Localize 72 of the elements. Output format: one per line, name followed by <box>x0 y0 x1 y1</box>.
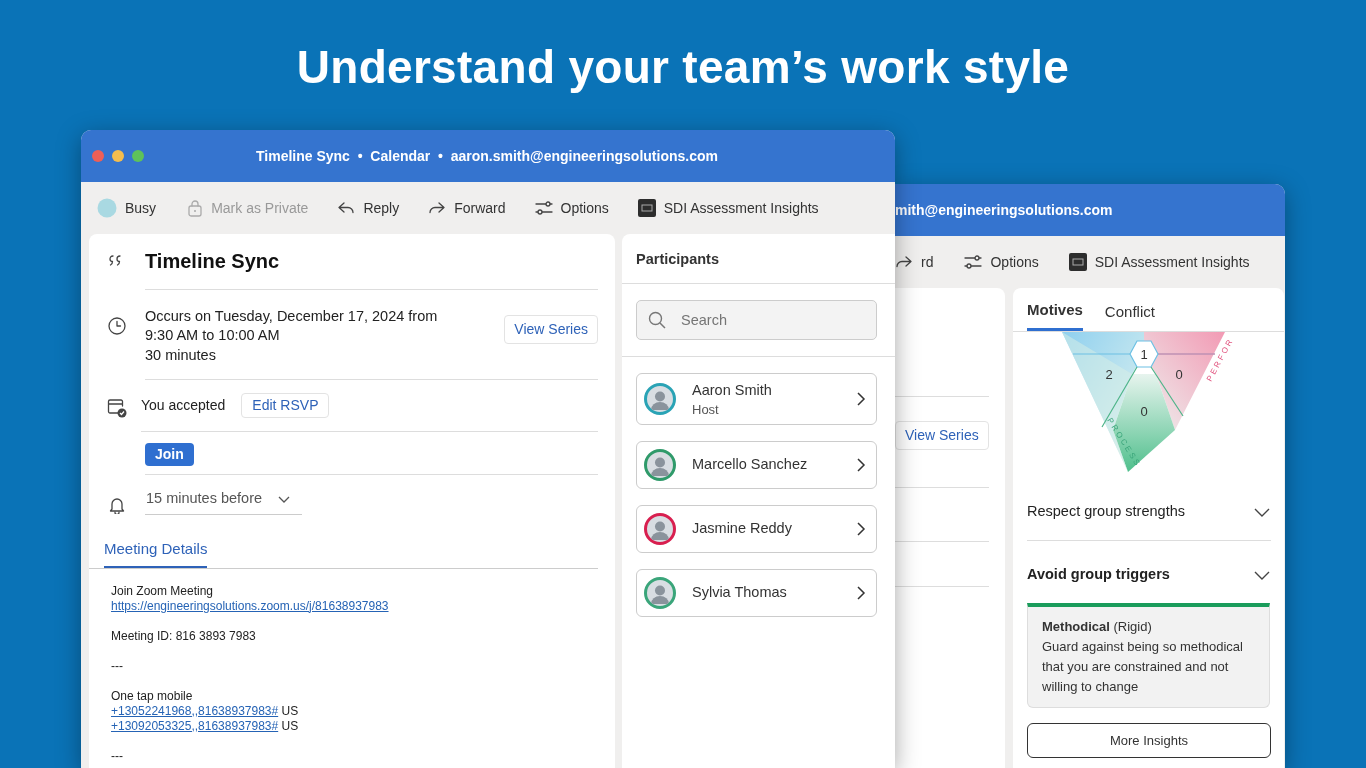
toolbar-button[interactable]: Reply <box>337 197 400 219</box>
score-label: 0 <box>1175 366 1183 382</box>
accordion-header[interactable]: Avoid group triggers <box>1027 540 1271 609</box>
participant-item[interactable]: Aaron Smith Host <box>636 372 877 425</box>
window-title: mith@engineeringsolutions.com <box>895 200 1113 220</box>
detail-text: --- <box>111 658 123 673</box>
chevron-right-icon <box>856 584 866 601</box>
reminder-dropdown[interactable]: 15 minutes before <box>145 488 302 515</box>
detail-text: US <box>281 718 299 733</box>
participant-name: Marcello Sanchez <box>692 454 809 474</box>
headline: Understand your team’s work style <box>295 40 1071 95</box>
window-title: Timeline Sync • Calendar • aaron.smith@engineeringsolutions.com <box>256 146 718 166</box>
toolbar-button[interactable]: Forward <box>428 197 506 219</box>
more-insights-button[interactable]: More Insights <box>1027 722 1271 758</box>
reply-icon <box>337 200 356 216</box>
score-label: 1 <box>1140 346 1148 362</box>
toolbar-button[interactable]: Options <box>964 251 1039 273</box>
response-status: You accepted <box>141 396 226 415</box>
toolbar-button[interactable]: Options <box>534 197 609 219</box>
participant-role: Host <box>692 402 720 418</box>
detail-text: US <box>281 703 299 718</box>
chevron-right-icon <box>856 456 866 473</box>
event-duration: 30 minutes <box>145 346 217 365</box>
event-time: Occurs on Tuesday, December 17, 2024 from 9:30 AM to 10:00 AM <box>145 307 438 345</box>
accordion-header[interactable]: Respect group strengths <box>1027 472 1271 541</box>
insight-text: Guard against being so methodical that you are constrained and not willing to change <box>1042 637 1244 696</box>
participant-name: Aaron Smith <box>692 381 773 401</box>
chevron-right-icon <box>856 520 866 537</box>
insight-heading: Methodical (Rigid) <box>1042 617 1153 636</box>
detail-link[interactable]: +13092053325,,81638937983# <box>111 718 279 733</box>
participant-name: Jasmine Reddy <box>692 518 793 538</box>
clock-icon <box>108 317 126 335</box>
minimize-button[interactable] <box>112 150 124 162</box>
sdi-icon <box>637 199 656 217</box>
detail-link[interactable]: +13052241968,,81638937983# <box>111 703 279 718</box>
close-button[interactable] <box>92 150 104 162</box>
detail-text: Join Zoom Meeting <box>111 583 214 598</box>
detail-text: Meeting ID: 816 3893 7983 <box>111 628 256 643</box>
forward-icon <box>895 254 913 270</box>
sdi-icon <box>1068 253 1087 271</box>
toolbar-button[interactable]: Busy <box>97 197 157 219</box>
calendar-check-icon <box>107 398 127 418</box>
participant-name: Sylvia Thomas <box>692 582 788 602</box>
join-button[interactable]: Join <box>145 443 194 466</box>
status-dot-icon <box>97 198 117 218</box>
participant-item[interactable]: Sylvia Thomas <box>636 568 877 617</box>
lock-icon <box>187 199 204 217</box>
sliders-icon <box>964 254 983 270</box>
toolbar-button[interactable]: SDI Assessment Insights <box>637 197 819 219</box>
detail-link[interactable]: https://engineeringsolutions.zoom.us/j/81638937983 <box>111 598 389 613</box>
detail-text: One tap mobile <box>111 688 193 703</box>
view-series-button[interactable]: View Series <box>895 421 989 450</box>
participant-item[interactable]: Marcello Sanchez <box>636 440 877 489</box>
maximize-button[interactable] <box>132 150 144 162</box>
participant-item[interactable]: Jasmine Reddy <box>636 504 877 553</box>
sliders-icon <box>534 200 553 216</box>
panel-title: Participants <box>636 250 720 269</box>
tab[interactable]: Meeting Details <box>104 538 208 568</box>
detail-text: --- <box>111 748 123 763</box>
search-field[interactable]: Search <box>636 299 877 340</box>
forward-icon <box>428 200 447 216</box>
edit-rsvp-button[interactable]: Edit RSVP <box>241 393 330 418</box>
toolbar-button[interactable]: SDI Assessment Insights <box>1068 251 1250 273</box>
search-icon <box>648 310 666 329</box>
event-title: Timeline Sync <box>145 249 281 274</box>
toolbar-button[interactable]: rd <box>895 251 934 273</box>
bell-icon <box>108 496 126 514</box>
chevron-right-icon <box>856 390 866 407</box>
score-label: 0 <box>1140 403 1148 419</box>
view-series-button[interactable]: View Series <box>504 315 598 344</box>
score-label: 2 <box>1105 366 1113 382</box>
tab[interactable]: Conflict <box>1104 299 1155 331</box>
